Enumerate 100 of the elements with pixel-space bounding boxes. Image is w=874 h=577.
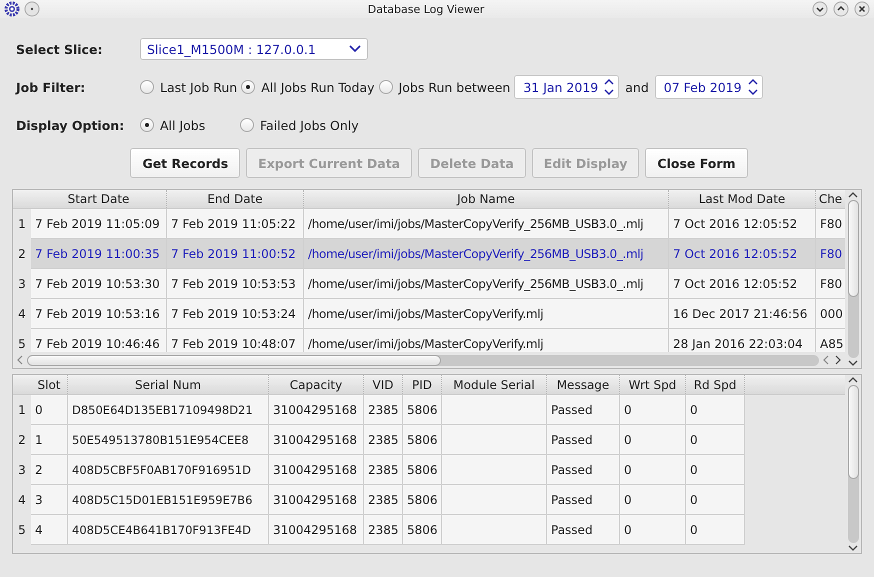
table-cell: 5806: [403, 455, 442, 485]
table-cell: 7 Oct 2016 12:05:52: [669, 269, 816, 299]
table-cell: 2385: [364, 395, 403, 425]
close-button[interactable]: [854, 1, 870, 17]
field-label: Select Slice:: [16, 42, 104, 56]
table-cell: 50E549513780B151E954CEE8: [68, 425, 269, 455]
table-cell: 31004295168: [269, 485, 364, 515]
spinner-arrows-icon[interactable]: [604, 78, 614, 96]
table-cell: 0: [686, 515, 745, 545]
table-cell: 0: [620, 455, 686, 485]
table-cell: 31004295168: [269, 515, 364, 545]
table-cell: 2385: [364, 515, 403, 545]
table-cell: Passed: [547, 485, 620, 515]
table-cell: 0: [620, 485, 686, 515]
column-header[interactable]: Module Serial: [442, 375, 547, 394]
radio-option[interactable]: Last Job Run: [140, 80, 238, 94]
table-cell: 31004295168: [269, 395, 364, 425]
table-cell: 408D5C15D01EB151E959E7B6: [68, 485, 269, 515]
table-cell: 7 Oct 2016 12:05:52: [669, 239, 816, 269]
table-cell: 7 Feb 2019 11:05:09: [31, 209, 167, 239]
vertical-scrollbar[interactable]: [845, 375, 861, 553]
column-header[interactable]: Rd Spd: [686, 375, 745, 394]
table-cell: /home/user/imi/jobs/MasterCopyVerify_256MB_USB3.0_.mlj: [304, 239, 669, 269]
slice-dropdown[interactable]: Slice1_M1500M : 127.0.0.1: [140, 38, 368, 60]
table-cell: 5806: [403, 425, 442, 455]
table-cell: 7 Feb 2019 11:00:35: [31, 239, 167, 269]
vertical-scrollbar[interactable]: [845, 190, 861, 368]
gear-icon[interactable]: [4, 1, 20, 17]
table-cell: Passed: [547, 455, 620, 485]
column-header[interactable]: Message: [547, 375, 620, 394]
scroll-right-icon[interactable]: [833, 354, 843, 366]
form-button[interactable]: Close Form: [645, 148, 748, 178]
column-header[interactable]: PID: [403, 375, 442, 394]
spinner-arrows-icon[interactable]: [748, 78, 758, 96]
maximize-button[interactable]: [833, 1, 849, 17]
horizontal-scrollbar[interactable]: [27, 354, 819, 366]
column-header[interactable]: Slot: [31, 375, 68, 394]
chevron-down-icon[interactable]: [349, 44, 361, 54]
table-cell: /home/user/imi/jobs/MasterCopyVerify.mlj: [304, 329, 669, 352]
radio-button[interactable]: [240, 118, 254, 132]
table-cell: 0: [31, 395, 68, 425]
and-label: and: [625, 80, 649, 94]
date-spinner[interactable]: 31 Jan 2019: [514, 75, 620, 99]
column-header[interactable]: End Date: [167, 190, 304, 208]
table-cell: 2: [31, 455, 68, 485]
table-cell: 2385: [364, 455, 403, 485]
radio-option[interactable]: Failed Jobs Only: [240, 118, 359, 132]
column-header[interactable]: Wrt Spd: [620, 375, 686, 394]
column-header[interactable]: VID: [364, 375, 403, 394]
table-cell: F80: [816, 239, 845, 269]
table-cell: 31004295168: [269, 425, 364, 455]
radio-option[interactable]: Jobs Run between: [378, 80, 510, 94]
field-label: Display Option:: [16, 118, 126, 132]
radio-button[interactable]: [140, 118, 154, 132]
table-cell: 5806: [403, 515, 442, 545]
form-button[interactable]: Get Records: [130, 148, 240, 178]
radio-button[interactable]: [378, 80, 393, 94]
table-cell: 7 Feb 2019 10:53:30: [31, 269, 167, 299]
column-header[interactable]: Last Mod Date: [669, 190, 816, 208]
table-cell: Passed: [547, 425, 620, 455]
table-cell: 7 Feb 2019 11:05:22: [167, 209, 304, 239]
scroll-down-icon[interactable]: [847, 358, 859, 368]
table-cell: 408D5CE4B641B170F913FE4D: [68, 515, 269, 545]
column-header[interactable]: Che: [816, 190, 845, 208]
table-cell: D850E64D135EB17109498D21: [68, 395, 269, 425]
table-cell: 0: [620, 515, 686, 545]
table-cell: 2385: [364, 485, 403, 515]
column-header[interactable]: Job Name: [304, 190, 669, 208]
scroll-up-icon[interactable]: [847, 190, 859, 200]
field-label: Job Filter:: [16, 80, 86, 94]
table-row[interactable]: 4 7 Feb 2019 10:53:16 7 Feb 2019 10:53:24 /home/user/imi/jobs/MasterCopyVerify.mlj 16 Dec 2017 21:46:56 000: [13, 299, 845, 329]
table-cell: 7 Feb 2019 10:53:24: [167, 299, 304, 329]
table-cell: 2385: [364, 425, 403, 455]
minimize-button[interactable]: [812, 1, 828, 17]
radio-button[interactable]: [241, 80, 256, 94]
table-cell: 7 Feb 2019 10:53:16: [31, 299, 167, 329]
scroll-left-icon[interactable]: [15, 354, 25, 366]
table-cell: 7 Feb 2019 10:53:53: [167, 269, 304, 299]
column-header[interactable]: Capacity: [269, 375, 364, 394]
table-cell: 16 Dec 2017 21:46:56: [669, 299, 816, 329]
table-row[interactable]: 3 7 Feb 2019 10:53:30 7 Feb 2019 10:53:53 /home/user/imi/jobs/MasterCopyVerify_256MB_USB3.0_.mlj 7 Oct 2016 12:05:52 F80: [13, 269, 845, 299]
table-cell: 31004295168: [269, 455, 364, 485]
table-row[interactable]: 1 7 Feb 2019 11:05:09 7 Feb 2019 11:05:22 /home/user/imi/jobs/MasterCopyVerify_256MB_USB3.0_.mlj 7 Oct 2016 12:05:52 F80: [13, 209, 845, 239]
table-cell: 7 Feb 2019 10:48:07: [167, 329, 304, 352]
column-header[interactable]: Serial Num: [68, 375, 269, 394]
table-cell: 408D5CBF5F0AB170F916951D: [68, 455, 269, 485]
radio-option[interactable]: All Jobs: [140, 118, 236, 132]
radio-button[interactable]: [140, 80, 154, 94]
radio-option[interactable]: All Jobs Run Today: [241, 80, 375, 94]
table-cell: 7 Oct 2016 12:05:52: [669, 209, 816, 239]
table-cell: Passed: [547, 515, 620, 545]
table-cell: 5806: [403, 485, 442, 515]
table-row[interactable]: 2 7 Feb 2019 11:00:35 7 Feb 2019 11:00:52 /home/user/imi/jobs/MasterCopyVerify_256MB_USB3.0_.mlj 7 Oct 2016 12:05:52 F80: [13, 239, 845, 269]
scroll-up-icon[interactable]: [847, 375, 859, 385]
table-cell: Passed: [547, 395, 620, 425]
column-header[interactable]: Start Date: [31, 190, 167, 208]
scroll-down-icon[interactable]: [847, 543, 859, 553]
table-cell: 0: [620, 395, 686, 425]
table-cell: 7 Feb 2019 10:46:46: [31, 329, 167, 352]
date-spinner[interactable]: 07 Feb 2019: [654, 75, 763, 99]
